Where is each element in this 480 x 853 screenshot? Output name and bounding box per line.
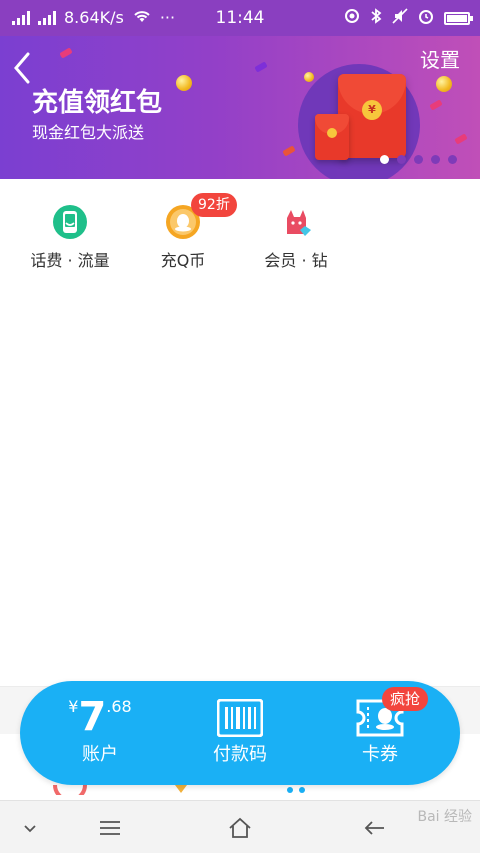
back-icon (364, 820, 384, 835)
pay-code-button[interactable]: 付款码 (175, 681, 305, 785)
chevron-down-icon (24, 824, 36, 832)
carousel-dot[interactable] (431, 155, 440, 164)
settings-button[interactable]: 设置 (420, 46, 460, 74)
chevron-left-icon (14, 52, 30, 84)
entry-phone-data[interactable]: 话费 · 流量 (10, 188, 130, 284)
entry-vip-diamond[interactable]: 会员 · 钻 (236, 188, 356, 284)
balance-decimal: .68 (106, 697, 132, 716)
gold-coin-decor (176, 75, 192, 91)
nav-home-button[interactable] (210, 801, 270, 853)
system-nav-bar (0, 800, 480, 853)
entry-label: 话费 · 流量 (30, 251, 110, 270)
promo-banner[interactable]: ¥ 设置 充值领红包 现金红包大派送 (0, 36, 480, 179)
entry-label: 会员 · 钻 (264, 251, 328, 270)
currency-symbol: ¥ (68, 697, 79, 716)
nav-back-button[interactable] (345, 801, 405, 853)
phone-topup-icon (52, 204, 88, 240)
banner-title: 充值领红包 (32, 88, 163, 118)
home-icon (229, 817, 251, 838)
status-right (344, 8, 473, 29)
coupons-label: 卡券 (362, 744, 398, 765)
gold-coin-decor (436, 76, 452, 92)
location-icon (344, 8, 360, 29)
confetti-decor (59, 47, 73, 59)
entry-label: 充Q币 (160, 251, 206, 270)
bluetooth-icon (370, 8, 382, 29)
confetti-decor (254, 61, 268, 73)
banner-subtitle: 现金红包大派送 (32, 123, 145, 142)
carousel-dot[interactable] (380, 155, 389, 164)
account-button[interactable]: ¥7.68 账户 (35, 681, 165, 785)
watermark: Bai 经验 (417, 809, 472, 825)
red-envelope-small (315, 114, 349, 160)
gold-coin-decor (304, 72, 314, 82)
carousel-dot[interactable] (414, 155, 423, 164)
nav-menu-button[interactable] (80, 801, 140, 853)
discount-badge: 92折 (191, 193, 237, 217)
alarm-icon (418, 8, 434, 29)
quick-entry-row: 话费 · 流量 充Q币 会员 · 钻 (0, 188, 480, 284)
wallet-page: 8.64K/s ··· 11:44 ¥ 设置 充值领红包 现金红包大派送 话费 … (0, 0, 480, 853)
balance-integer: 7 (78, 694, 107, 740)
battery-icon (444, 12, 473, 25)
vip-diamond-icon (278, 204, 314, 240)
carousel-indicator[interactable] (380, 155, 457, 164)
confetti-decor (454, 133, 468, 145)
carousel-dot[interactable] (448, 155, 457, 164)
confetti-decor (282, 145, 296, 157)
confetti-decor (429, 99, 443, 111)
carousel-dot[interactable] (397, 155, 406, 164)
account-label: 账户 (82, 744, 118, 765)
back-button[interactable] (8, 44, 42, 84)
nav-collapse-button[interactable] (0, 801, 60, 853)
mute-icon (392, 8, 408, 29)
pay-code-label: 付款码 (213, 744, 267, 765)
status-bar: 8.64K/s ··· 11:44 (0, 0, 480, 36)
barcode-icon (216, 698, 264, 741)
menu-icon (100, 820, 120, 835)
rush-badge: 疯抢 (382, 687, 429, 711)
balance-amount: ¥7.68 (35, 695, 165, 739)
